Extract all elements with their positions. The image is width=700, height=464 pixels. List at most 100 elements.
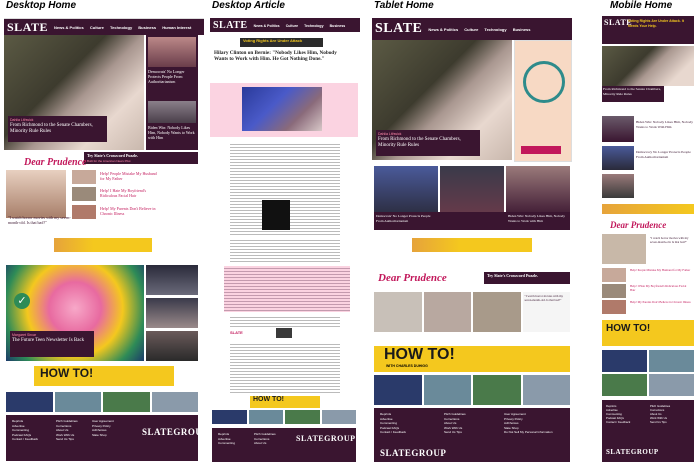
side-headline-2[interactable]: Biden Win: Nobody Likes Him, Nobody Want…: [148, 125, 196, 149]
nav-technology[interactable]: Technology: [304, 24, 323, 28]
prudence-image[interactable]: [6, 170, 66, 218]
podcast-thumb-1[interactable]: [602, 350, 647, 372]
nav-culture[interactable]: Culture: [464, 27, 478, 32]
prudence-card-1[interactable]: [374, 292, 422, 332]
nav-business[interactable]: Business: [138, 25, 156, 30]
prudence-card-2[interactable]: [423, 292, 471, 332]
podcast-thumb-1[interactable]: [212, 410, 247, 424]
mobile-prudence-quote[interactable]: "I watch horror movies with my seven-mon…: [650, 236, 694, 244]
newsletter-illustration[interactable]: ✓ Margaret Sircar The Future Teen Newsle…: [6, 265, 144, 361]
prudence-q2[interactable]: Help! I Hate My Boyfriend's Ridiculous F…: [630, 284, 692, 292]
prudence-thumb-1[interactable]: [602, 268, 626, 282]
footer-link[interactable]: Pitch Guidelines: [254, 432, 276, 437]
side-headline-1[interactable]: Democrats' No Longer Protects People Fro…: [148, 69, 196, 99]
footer-link[interactable]: Send Us Tips: [444, 430, 466, 435]
newsletter-side-2[interactable]: [146, 298, 198, 328]
crossword-banner[interactable]: Try Slate's Crossword Puzzle.: [484, 272, 570, 284]
newsletter-side-1[interactable]: [146, 265, 198, 295]
prudence-quote[interactable]: "I watch horror movies with my seven-mon…: [8, 215, 78, 225]
footer-link[interactable]: Send Us Tips: [56, 437, 78, 442]
prudence-thumb-1[interactable]: [72, 170, 96, 184]
prudence-card-3[interactable]: [473, 292, 521, 332]
story-card-1[interactable]: [374, 166, 438, 218]
article-hero-image[interactable]: [242, 87, 322, 131]
mobile-hero-caption[interactable]: From Richmond to the Senate Chambers, Mi…: [602, 86, 664, 102]
article-banner[interactable]: Voting Rights Are Under Attack: [240, 38, 323, 47]
footer-link[interactable]: Contact / Feedback: [606, 420, 630, 424]
prudence-card-4[interactable]: "I watch horror movies with my seven-mon…: [522, 292, 570, 332]
prudence-q3[interactable]: Help! My Parents Don't Believe in Chroni…: [100, 206, 160, 216]
mobile-story-3[interactable]: [602, 174, 634, 198]
podcast-thumb-1[interactable]: [6, 392, 53, 412]
howto-banner[interactable]: HOW TO! WITH CHARLES DUHIGG: [374, 346, 570, 372]
prudence-logo[interactable]: Dear Prudence: [378, 272, 447, 284]
footer-link[interactable]: Pitch Guidelines: [56, 419, 78, 424]
nav-human-interest[interactable]: Human Interest: [162, 25, 191, 30]
prudence-q1[interactable]: Help! People Mistake My Husband for My F…: [100, 171, 160, 181]
footer-link[interactable]: Contact / Feedback: [380, 430, 406, 435]
slategroup-logo[interactable]: SLATEGROUP: [142, 427, 198, 437]
newsletter-side-3[interactable]: [146, 331, 198, 361]
slate-logo[interactable]: SLATE: [375, 21, 422, 37]
tablet-caption-2[interactable]: Biden Win: Nobody Likes Him, Nobody Want…: [508, 214, 568, 223]
prudence-q3[interactable]: Help! My Parents Don't Believe in Chroni…: [630, 300, 692, 304]
crossword-banner[interactable]: Try Slate's Crossword Puzzle. Built for …: [84, 152, 198, 164]
footer-link[interactable]: Send Us Tips: [650, 420, 670, 424]
podcast-thumb-4[interactable]: [321, 410, 356, 424]
footer-link[interactable]: Contact / Feedback: [12, 437, 38, 442]
related-thumb[interactable]: [276, 328, 292, 338]
nav-technology[interactable]: Technology: [110, 25, 132, 30]
podcast-thumb-2[interactable]: [649, 350, 694, 372]
related-logo[interactable]: SLATE: [230, 330, 270, 336]
hero-caption[interactable]: Dahlia Lithwick From Richmond to the Sen…: [8, 116, 107, 142]
footer-link[interactable]: Pitch Guidelines: [444, 412, 466, 417]
nav-news[interactable]: News & Politics: [428, 27, 458, 32]
tablet-caption-1[interactable]: Democrats' No Longer Protects People Fro…: [376, 214, 436, 223]
podcast-thumb-3[interactable]: [473, 375, 521, 405]
mobile-headline-3[interactable]: Democracy No Longer Protects People From…: [636, 150, 694, 159]
podcast-thumb-2[interactable]: [54, 392, 101, 412]
nav-technology[interactable]: Technology: [484, 27, 506, 32]
nav-business[interactable]: Business: [330, 24, 346, 28]
footer-link[interactable]: About Us: [254, 441, 276, 446]
podcast-thumb-1[interactable]: [374, 375, 422, 405]
podcast-thumb-3[interactable]: [285, 410, 320, 424]
podcast-thumb-3[interactable]: [602, 374, 647, 396]
footer-link[interactable]: User Agreement: [92, 419, 114, 424]
story-card-2[interactable]: [440, 166, 504, 218]
podcast-thumb-2[interactable]: [423, 375, 471, 405]
mobile-top-banner[interactable]: SLATE Voting Rights Are Under Attack. It…: [602, 16, 694, 44]
newsletter-caption[interactable]: Margaret Sircar The Future Teen Newslett…: [10, 331, 94, 357]
slate-logo[interactable]: SLATE: [213, 20, 248, 31]
mobile-headline-2[interactable]: Biden Win: Nobody Likes Him, Nobody Want…: [636, 120, 694, 129]
slategroup-logo[interactable]: SLATEGROUP: [380, 448, 446, 458]
mobile-howto[interactable]: HOW TO!: [602, 320, 694, 346]
slategroup-logo[interactable]: SLATEGROUP: [606, 448, 659, 456]
podcast-thumb-4[interactable]: [522, 375, 570, 405]
ad-strip[interactable]: [54, 238, 152, 252]
howto-banner[interactable]: HOW TO!: [34, 366, 174, 386]
side-image-1[interactable]: [148, 37, 196, 67]
slategroup-logo[interactable]: SLATEGROUP: [296, 434, 356, 443]
prudence-thumb-2[interactable]: [72, 187, 96, 201]
footer-link[interactable]: Slate Shop: [92, 433, 114, 438]
tablet-hero-image[interactable]: Dahlia Lithwick From Richmond to the Sen…: [372, 40, 512, 160]
podcast-thumb-2[interactable]: [248, 410, 283, 424]
hero-caption[interactable]: Dahlia Lithwick From Richmond to the Sen…: [376, 130, 480, 156]
podcast-thumb-4[interactable]: [649, 374, 694, 396]
footer-link[interactable]: Do Not Sell My Personal Information: [504, 430, 553, 435]
side-image-2[interactable]: [148, 101, 196, 123]
mobile-ad-strip[interactable]: [602, 204, 694, 214]
nav-business[interactable]: Business: [513, 27, 531, 32]
article-howto-ad[interactable]: HOW TO!: [250, 396, 320, 408]
prudence-logo[interactable]: Dear Prudence: [24, 157, 87, 168]
prudence-q2[interactable]: Help! I Hate My Boyfriend's Ridiculous F…: [100, 188, 160, 198]
prudence-q1[interactable]: Help! People Mistake My Husband for My F…: [630, 268, 692, 272]
podcast-thumb-4[interactable]: [151, 392, 198, 412]
nav-culture[interactable]: Culture: [90, 25, 104, 30]
slate-logo[interactable]: SLATE: [7, 20, 48, 35]
mobile-story-1[interactable]: [602, 116, 634, 142]
prudence-thumb-2[interactable]: [602, 284, 626, 298]
tablet-side-ad[interactable]: [514, 40, 572, 162]
prudence-thumb-3[interactable]: [602, 300, 626, 314]
